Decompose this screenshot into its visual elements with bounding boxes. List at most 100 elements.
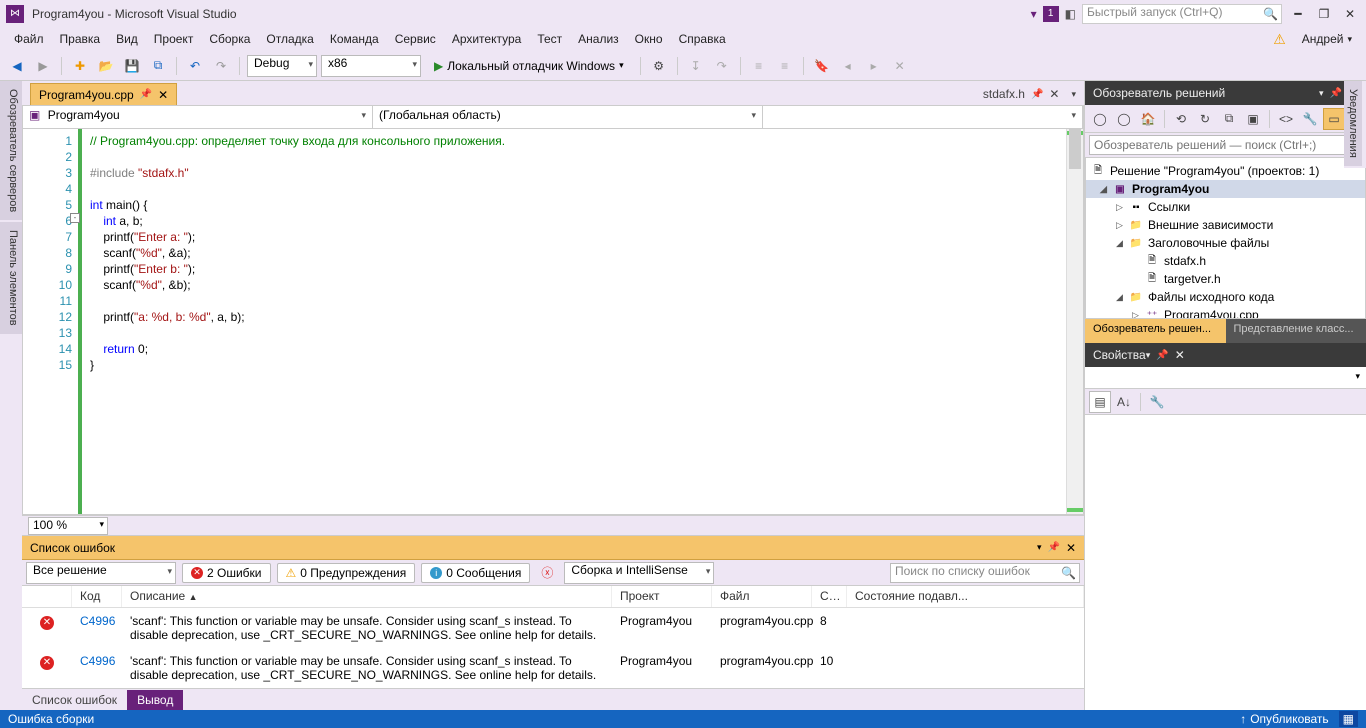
publish-icon[interactable]: ↑ — [1240, 712, 1246, 726]
menu-Анализ[interactable]: Анализ — [570, 29, 627, 49]
code-button[interactable]: <> — [1275, 108, 1297, 130]
error-row[interactable]: ✕C4996'scanf': This function or variable… — [22, 608, 1084, 648]
minimize-button[interactable]: ━ — [1288, 4, 1308, 24]
properties-object-combo[interactable] — [1085, 367, 1366, 389]
nav-back-button[interactable]: ◀ — [6, 55, 28, 77]
menu-Правка[interactable]: Правка — [52, 29, 109, 49]
close-button[interactable]: ✕ — [1340, 4, 1360, 24]
tab-output[interactable]: Вывод — [127, 690, 183, 710]
chevron-down-icon[interactable]: ▾ — [1146, 350, 1151, 361]
zoom-combo[interactable]: 100 % — [28, 517, 108, 535]
menu-Файл[interactable]: Файл — [6, 29, 52, 49]
menu-Проект[interactable]: Проект — [146, 29, 202, 49]
expand-icon[interactable]: ◢ — [1100, 184, 1112, 195]
col-supp[interactable]: Состояние подавл... — [847, 586, 1084, 607]
expand-icon[interactable]: ▷ — [1116, 202, 1128, 213]
refresh-button[interactable]: ↻ — [1194, 108, 1216, 130]
nav-fwd-button[interactable]: ▶ — [32, 55, 54, 77]
pin-icon[interactable]: 📌 — [1156, 350, 1168, 361]
publish-button[interactable]: Опубликовать — [1250, 712, 1328, 726]
show-all-button[interactable]: ▣ — [1242, 108, 1264, 130]
property-pages-button[interactable]: 🔧 — [1146, 391, 1168, 413]
fwd-button[interactable]: ◯ — [1113, 108, 1135, 130]
solution-explorer-header[interactable]: Обозреватель решений ▾ 📌 ✕ — [1085, 81, 1366, 105]
member-combo[interactable] — [763, 106, 1083, 128]
code-editor[interactable]: 123456789101112131415 // Program4you.cpp… — [22, 129, 1084, 515]
menu-Тест[interactable]: Тест — [529, 29, 570, 49]
pin-icon[interactable]: 📌 — [1329, 88, 1341, 99]
menu-Отладка[interactable]: Отладка — [258, 29, 321, 49]
platform-combo[interactable]: x86 — [321, 55, 421, 77]
preview-button[interactable]: ▭ — [1323, 108, 1345, 130]
expand-icon[interactable]: ▷ — [1116, 220, 1128, 231]
warning-icon[interactable]: ⚠ — [1273, 31, 1286, 48]
step-over-button[interactable]: ↷ — [711, 55, 733, 77]
quick-launch-input[interactable]: Быстрый запуск (Ctrl+Q) 🔍 — [1082, 4, 1282, 24]
flag-icon[interactable]: ▾ — [1031, 7, 1037, 21]
error-code-link[interactable]: C4996 — [80, 614, 115, 628]
save-button[interactable]: 💾 — [121, 55, 143, 77]
bookmark-button[interactable]: 🔖 — [811, 55, 833, 77]
sync-button[interactable]: ⟲ — [1170, 108, 1192, 130]
next-bookmark-button[interactable]: ▸ — [863, 55, 885, 77]
menu-Окно[interactable]: Окно — [627, 29, 671, 49]
notification-badge[interactable]: 1 — [1043, 6, 1059, 22]
solution-search-input[interactable] — [1089, 135, 1362, 155]
clear-bookmarks-button[interactable]: ✕ — [889, 55, 911, 77]
pin-icon[interactable]: 📌 — [1047, 542, 1059, 553]
alphabetical-button[interactable]: A↓ — [1113, 391, 1135, 413]
scope-combo[interactable]: Все решение — [26, 562, 176, 584]
redo-button[interactable]: ↷ — [210, 55, 232, 77]
back-button[interactable]: ◯ — [1089, 108, 1111, 130]
tree-external[interactable]: ▷📁Внешние зависимости — [1086, 216, 1365, 234]
errors-filter[interactable]: ✕2 Ошибки — [182, 563, 271, 583]
tab-stdafx[interactable]: stdafx.h 📌 ✕ ▾ — [975, 83, 1084, 105]
pin-icon[interactable]: 📌 — [140, 89, 152, 100]
menu-Вид[interactable]: Вид — [108, 29, 146, 49]
categorized-button[interactable]: ▤ — [1089, 391, 1111, 413]
tree-project[interactable]: ◢▣Program4you — [1086, 180, 1365, 198]
outdent-button[interactable]: ≡ — [774, 55, 796, 77]
indent-button[interactable]: ≡ — [748, 55, 770, 77]
chevron-down-icon[interactable]: ▾ — [1037, 542, 1042, 553]
feedback-icon[interactable]: ◧ — [1065, 7, 1076, 21]
config-combo[interactable]: Debug — [247, 55, 317, 77]
build-scope-combo[interactable]: Сборка и IntelliSense — [564, 562, 714, 584]
collapse-icon[interactable]: ◢ — [1116, 238, 1128, 249]
error-list-header[interactable]: Список ошибок ▾ 📌 ✕ — [22, 536, 1084, 560]
menu-Архитектура[interactable]: Архитектура — [444, 29, 530, 49]
code-area[interactable]: // Program4you.cpp: определяет точку вхо… — [78, 129, 1066, 514]
notifications-tab[interactable]: Уведомления — [1344, 81, 1362, 166]
fold-icon[interactable]: - — [70, 213, 80, 223]
clear-filter-button[interactable]: ⓧ — [536, 562, 558, 584]
scrollbar-thumb[interactable] — [1069, 129, 1081, 169]
col-proj[interactable]: Проект — [612, 586, 712, 607]
tree-file[interactable]: ▷⁺⁺Program4you.cpp — [1086, 306, 1365, 319]
properties-button[interactable]: 🔧 — [1299, 108, 1321, 130]
tab-error-list[interactable]: Список ошибок — [22, 690, 127, 710]
messages-filter[interactable]: i0 Сообщения — [421, 563, 530, 583]
prev-bookmark-button[interactable]: ◂ — [837, 55, 859, 77]
menu-Команда[interactable]: Команда — [322, 29, 387, 49]
open-button[interactable]: 📂 — [95, 55, 117, 77]
properties-header[interactable]: Свойства ▾ 📌 ✕ — [1085, 343, 1366, 367]
status-corner-icon[interactable]: ▦ — [1339, 711, 1358, 727]
undo-button[interactable]: ↶ — [184, 55, 206, 77]
tab-program4you[interactable]: Program4you.cpp 📌 ✕ — [30, 83, 177, 105]
user-menu[interactable]: Андрей ▾ — [1294, 32, 1360, 46]
close-icon[interactable]: ✕ — [1066, 541, 1076, 555]
tree-sources[interactable]: ◢📁Файлы исходного кода — [1086, 288, 1365, 306]
close-icon[interactable]: ✕ — [1175, 348, 1185, 362]
error-row[interactable]: ✕C4996'scanf': This function or variable… — [22, 648, 1084, 688]
warnings-filter[interactable]: ⚠0 Предупреждения — [277, 563, 416, 583]
collapse-button[interactable]: ⧉ — [1218, 108, 1240, 130]
pin-icon[interactable]: 📌 — [1031, 89, 1043, 100]
menu-Сборка[interactable]: Сборка — [201, 29, 258, 49]
type-combo[interactable]: (Глобальная область) — [373, 106, 763, 128]
solution-tree[interactable]: 🗎Решение "Program4you" (проектов: 1) ◢▣P… — [1085, 157, 1366, 319]
step-button[interactable]: ↧ — [685, 55, 707, 77]
expand-icon[interactable]: ▷ — [1132, 310, 1144, 320]
start-debug-button[interactable]: ▶ Локальный отладчик Windows ▾ — [425, 55, 633, 77]
vertical-scrollbar[interactable] — [1066, 129, 1083, 514]
tree-solution-root[interactable]: 🗎Решение "Program4you" (проектов: 1) — [1086, 162, 1365, 180]
